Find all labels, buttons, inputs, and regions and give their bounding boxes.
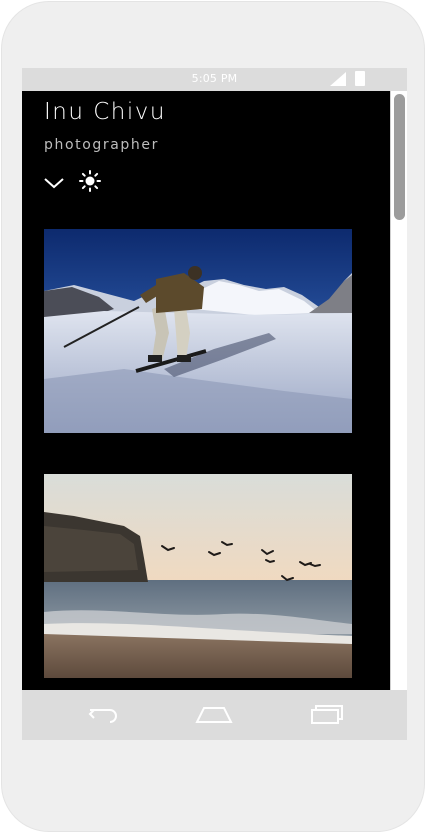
scrollbar-thumb[interactable] — [394, 94, 405, 220]
back-icon[interactable] — [86, 702, 120, 726]
status-time: 5:05 PM — [191, 72, 238, 85]
profile-page: Inu Chivu photographer — [22, 91, 390, 690]
home-icon[interactable] — [194, 702, 234, 726]
chevron-down-icon[interactable] — [43, 176, 65, 190]
status-bar: 5:05 PM — [22, 68, 407, 91]
signal-icon — [330, 72, 346, 86]
navigation-bar — [22, 690, 407, 740]
profile-name: Inu Chivu — [44, 99, 166, 125]
profile-subtitle: photographer — [44, 137, 159, 153]
app-screen: Inu Chivu photographer — [22, 91, 407, 690]
sun-icon[interactable] — [79, 170, 101, 192]
recent-apps-icon[interactable] — [308, 702, 344, 726]
photo-skier[interactable] — [44, 229, 352, 433]
battery-icon — [355, 71, 365, 86]
photo-beach-sunset[interactable] — [44, 474, 352, 678]
